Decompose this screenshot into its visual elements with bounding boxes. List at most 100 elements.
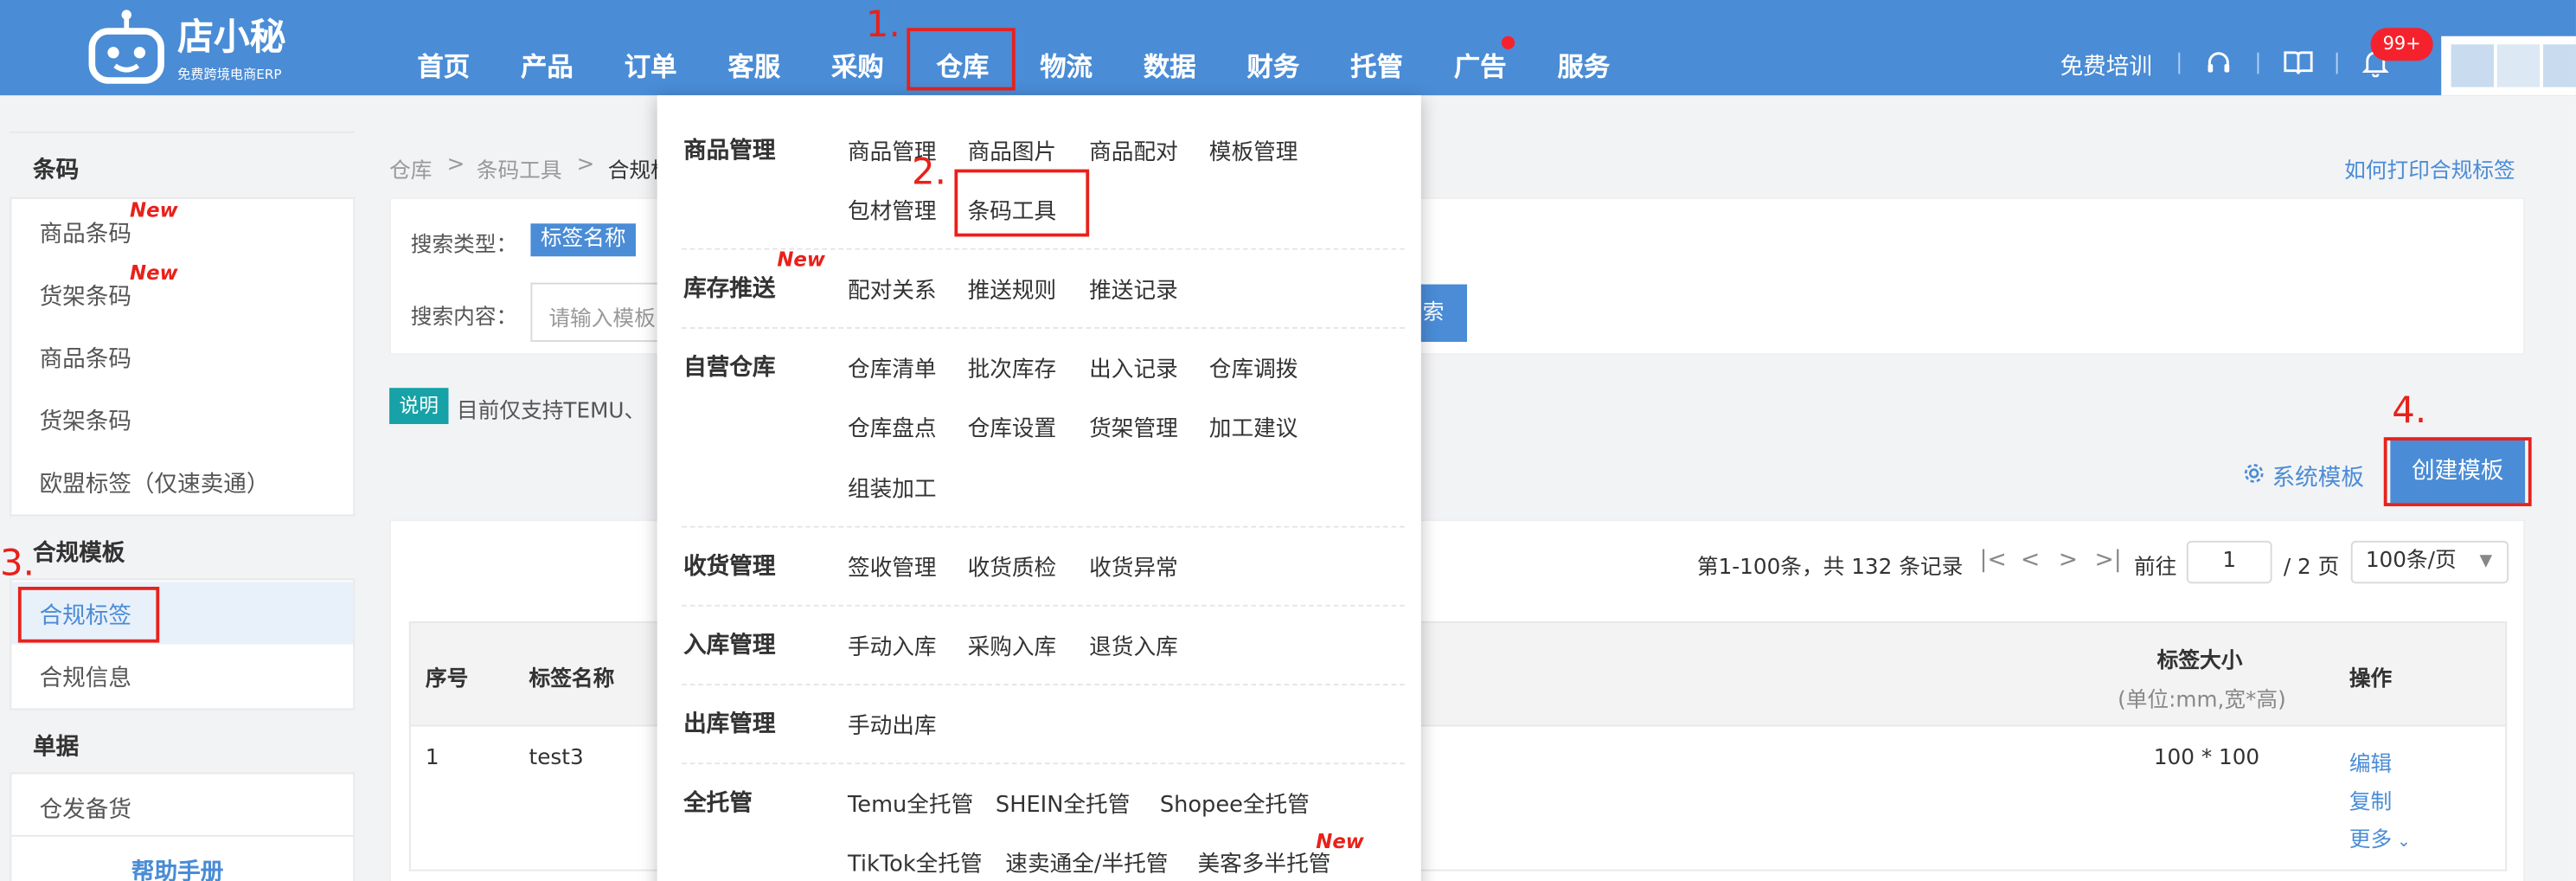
dropdown-divider <box>682 604 1405 607</box>
menu-item-receipt-mgmt[interactable]: 签收管理 <box>848 549 937 582</box>
gear-icon[interactable] <box>2242 462 2265 486</box>
prev-page-icon[interactable]: < <box>2021 547 2040 573</box>
help-print-compliance-link[interactable]: 如何打印合规标签 <box>2344 153 2515 183</box>
book-icon[interactable] <box>2284 49 2313 75</box>
menu-item-pairing-relation[interactable]: 配对关系 <box>848 271 937 304</box>
breadcrumb-separator: > <box>576 152 595 178</box>
menu-item-warehouse-list[interactable]: 仓库清单 <box>848 350 937 383</box>
menu-item-processing-advice[interactable]: 加工建议 <box>1209 409 1298 441</box>
nav-logistics[interactable]: 物流 <box>1040 44 1093 84</box>
next-page-icon[interactable]: > <box>2059 547 2078 573</box>
pagination-summary: 第1-100条，共 132 条记录 <box>1696 555 1964 581</box>
avatar-block <box>2496 44 2541 87</box>
dropdown-section-title: 商品管理 <box>683 138 776 164</box>
nav-hosting[interactable]: 托管 <box>1350 44 1403 84</box>
menu-item-aliexpress-hosting[interactable]: 速卖通全/半托管 <box>1005 845 1168 878</box>
nav-purchase[interactable]: 采购 <box>831 44 884 84</box>
nav-products[interactable]: 产品 <box>521 44 574 84</box>
dropdown-section-title: 自营仓库 <box>683 355 776 382</box>
avatar-block <box>2451 44 2494 87</box>
nav-divider <box>2336 52 2338 74</box>
sidebar-item-eu-label[interactable]: 欧盟标签（仅速卖通） <box>40 466 270 499</box>
row-name: test3 <box>529 746 584 771</box>
nav-ads[interactable]: 广告 <box>1454 44 1507 84</box>
search-type-option[interactable]: 标签名称 <box>530 223 637 257</box>
menu-item-return-inbound[interactable]: 退货入库 <box>1089 627 1178 660</box>
more-link[interactable]: 更多 ⌄ <box>2349 822 2411 853</box>
system-template-link[interactable]: 系统模板 <box>2272 460 2364 493</box>
new-tag: New <box>1316 830 1364 853</box>
goto-label: 前往 <box>2134 555 2177 581</box>
menu-item-io-records[interactable]: 出入记录 <box>1089 350 1178 383</box>
note-text: 目前仅支持TEMU、 <box>456 399 646 424</box>
dropdown-section-title: 全托管 <box>683 790 753 817</box>
menu-item-packaging-mgmt[interactable]: 包材管理 <box>848 192 937 225</box>
last-page-icon[interactable]: >| <box>2094 547 2121 573</box>
robot-logo-icon[interactable] <box>86 8 168 84</box>
highlight-create-template <box>2383 437 2532 506</box>
free-training-link[interactable]: 免费培训 <box>2060 49 2152 82</box>
nav-orders[interactable]: 订单 <box>625 44 677 84</box>
nav-home[interactable]: 首页 <box>417 44 470 84</box>
menu-item-manual-outbound[interactable]: 手动出库 <box>848 707 937 739</box>
headset-icon[interactable] <box>2205 49 2233 77</box>
menu-item-tiktok-hosting[interactable]: TikTok全托管 <box>848 845 983 878</box>
help-manual-link[interactable]: 帮助手册 <box>131 855 223 881</box>
dropdown-section-title: 收货管理 <box>683 554 776 581</box>
menu-item-shopee-hosting[interactable]: Shopee全托管 <box>1160 786 1310 818</box>
per-page-value: 100条/页 <box>2365 549 2457 574</box>
logo-title[interactable]: 店小秘 <box>177 19 285 60</box>
step-1-label: 1. <box>865 4 900 47</box>
menu-item-receipt-qc[interactable]: 收货质检 <box>968 549 1057 582</box>
chevron-down-icon: ▼ <box>2479 552 2493 571</box>
breadcrumb-separator: > <box>446 152 465 178</box>
sidebar-item-product-barcode[interactable]: 商品条码 <box>40 217 131 250</box>
nav-data[interactable]: 数据 <box>1144 44 1196 84</box>
menu-item-shein-hosting[interactable]: SHEIN全托管 <box>996 786 1130 818</box>
menu-item-assembly[interactable]: 组装加工 <box>848 470 937 503</box>
dropdown-section-title: 入库管理 <box>683 633 776 659</box>
menu-item-stocktake[interactable]: 仓库盘点 <box>848 409 937 441</box>
menu-item-temu-hosting[interactable]: Temu全托管 <box>848 786 973 818</box>
new-tag: New <box>130 198 178 222</box>
column-size-unit: (单位:mm,宽*高) <box>2118 688 2286 714</box>
highlight-compliance-label <box>17 587 160 643</box>
menu-item-warehouse-settings[interactable]: 仓库设置 <box>968 409 1057 441</box>
sidebar-group-title: 合规模板 <box>32 540 125 568</box>
menu-item-push-records[interactable]: 推送记录 <box>1089 271 1178 304</box>
sidebar-item-product-barcode-2[interactable]: 商品条码 <box>40 342 131 375</box>
nav-service[interactable]: 客服 <box>727 44 780 84</box>
sidebar-item-shelf-barcode[interactable]: 货架条码 <box>40 280 131 312</box>
menu-item-product-pairing[interactable]: 商品配对 <box>1089 133 1178 165</box>
column-size: 标签大小 <box>2156 649 2243 674</box>
menu-item-template-mgmt[interactable]: 模板管理 <box>1209 133 1298 165</box>
page-number-input[interactable]: 1 <box>2186 540 2272 584</box>
sidebar-item-shelf-barcode-2[interactable]: 货架条码 <box>40 404 131 437</box>
row-index: 1 <box>425 746 439 771</box>
menu-item-shelf-mgmt[interactable]: 货架管理 <box>1089 409 1178 441</box>
menu-item-batch-stock[interactable]: 批次库存 <box>968 350 1057 383</box>
menu-item-manual-inbound[interactable]: 手动入库 <box>848 627 937 660</box>
breadcrumb-barcode-tool[interactable]: 条码工具 <box>477 153 562 183</box>
edit-link[interactable]: 编辑 <box>2349 746 2392 777</box>
dropdown-divider <box>682 326 1405 329</box>
per-page-select[interactable]: 100条/页 ▼ <box>2350 540 2509 584</box>
notification-badge: 99+ <box>2370 28 2433 61</box>
nav-finance[interactable]: 财务 <box>1246 44 1299 84</box>
menu-item-receipt-exception[interactable]: 收货异常 <box>1089 549 1178 582</box>
highlight-barcode-tool <box>954 169 1090 237</box>
column-index: 序号 <box>425 667 469 692</box>
copy-link[interactable]: 复制 <box>2349 784 2392 815</box>
ads-notification-dot <box>1501 35 1515 49</box>
breadcrumb-warehouse[interactable]: 仓库 <box>389 153 432 183</box>
menu-item-purchase-inbound[interactable]: 采购入库 <box>968 627 1057 660</box>
more-label: 更多 <box>2349 828 2393 853</box>
sidebar-item-warehouse-stock[interactable]: 仓发备货 <box>40 792 131 825</box>
menu-item-mercado-hosting[interactable]: 美客多半托管 <box>1198 845 1331 878</box>
menu-item-warehouse-transfer[interactable]: 仓库调拨 <box>1209 350 1298 383</box>
menu-item-push-rules[interactable]: 推送规则 <box>968 271 1057 304</box>
nav-services[interactable]: 服务 <box>1557 44 1610 84</box>
first-page-icon[interactable]: |< <box>1980 547 2007 573</box>
sidebar-item-compliance-info[interactable]: 合规信息 <box>40 660 131 693</box>
menu-item-product-images[interactable]: 商品图片 <box>968 133 1057 165</box>
